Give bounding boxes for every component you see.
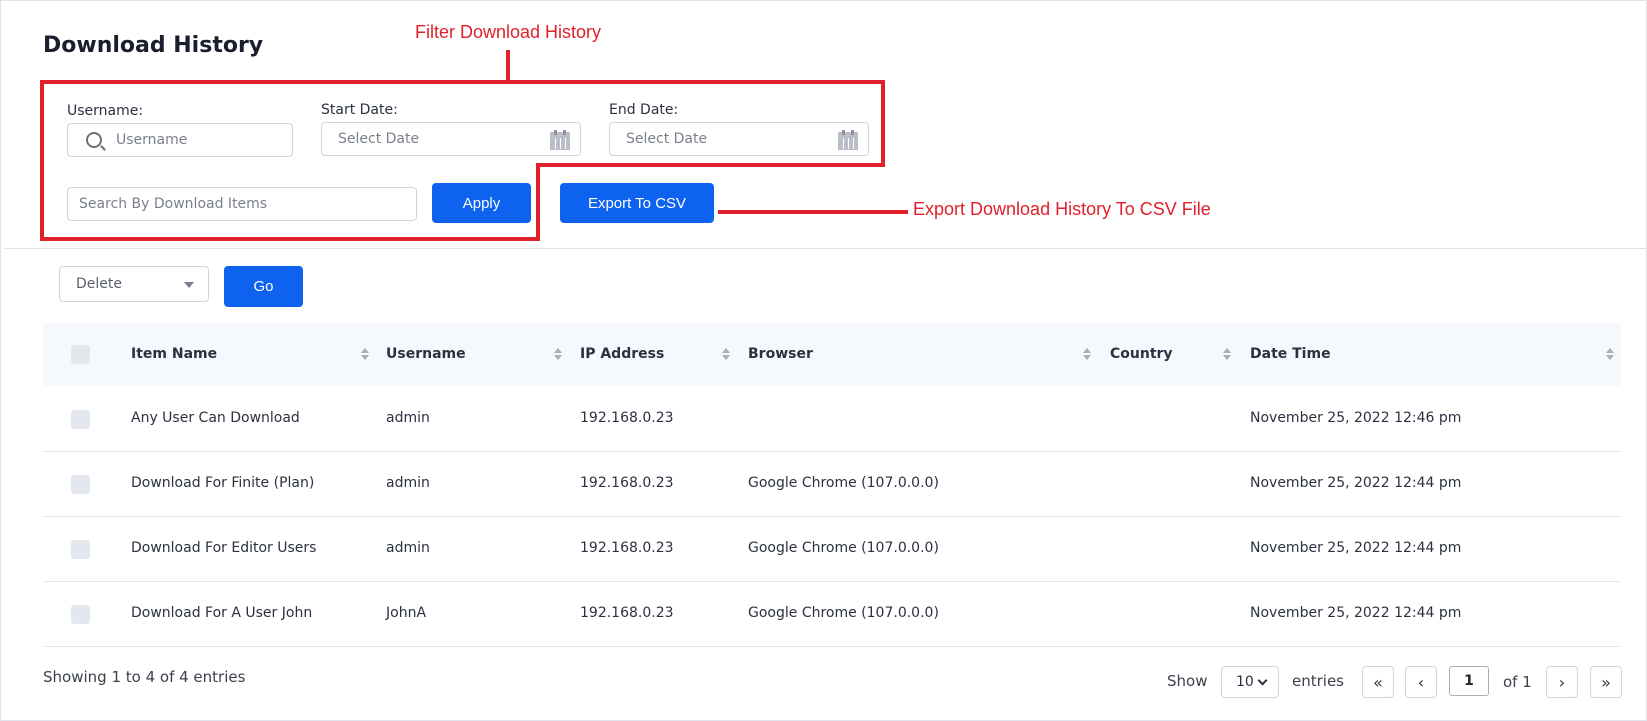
per-page-value: 10 bbox=[1236, 674, 1254, 690]
cell-date-time: November 25, 2022 12:46 pm bbox=[1250, 410, 1462, 426]
table-row: Download For A User John JohnA 192.168.0… bbox=[43, 582, 1621, 647]
table-row: Download For Editor Users admin 192.168.… bbox=[43, 517, 1621, 582]
total-pages-label: of 1 bbox=[1503, 673, 1532, 691]
last-page-button[interactable]: » bbox=[1590, 666, 1622, 698]
cell-ip: 192.168.0.23 bbox=[580, 605, 674, 621]
cell-item-name: Any User Can Download bbox=[131, 410, 300, 426]
cell-ip: 192.168.0.23 bbox=[580, 410, 674, 426]
col-country[interactable]: Country bbox=[1110, 346, 1173, 362]
cell-ip: 192.168.0.23 bbox=[580, 540, 674, 556]
sort-icon[interactable] bbox=[722, 348, 730, 360]
entries-summary: Showing 1 to 4 of 4 entries bbox=[43, 668, 246, 686]
col-date-time[interactable]: Date Time bbox=[1250, 346, 1331, 362]
username-placeholder: Username bbox=[116, 132, 188, 148]
cell-item-name: Download For Finite (Plan) bbox=[131, 475, 315, 491]
col-browser[interactable]: Browser bbox=[748, 346, 813, 362]
cell-username: admin bbox=[386, 410, 430, 426]
filter-annotation-box-left bbox=[40, 80, 44, 241]
sort-icon[interactable] bbox=[1083, 348, 1091, 360]
cell-browser: Google Chrome (107.0.0.0) bbox=[748, 605, 939, 621]
cell-browser: Google Chrome (107.0.0.0) bbox=[748, 475, 939, 491]
end-date-placeholder: Select Date bbox=[626, 131, 708, 147]
calendar-icon[interactable] bbox=[838, 130, 858, 150]
per-page-select[interactable]: 10 bbox=[1221, 666, 1279, 698]
prev-page-button[interactable]: ‹ bbox=[1405, 666, 1437, 698]
filter-annotation-box-inner bbox=[536, 163, 540, 241]
next-page-button[interactable]: › bbox=[1546, 666, 1578, 698]
export-annotation-line bbox=[718, 210, 908, 214]
page-title: Download History bbox=[43, 33, 264, 58]
end-date-input[interactable]: Select Date bbox=[609, 122, 869, 156]
chevron-down-icon bbox=[1257, 675, 1268, 686]
caret-down-icon bbox=[184, 282, 194, 288]
download-items-placeholder: Search By Download Items bbox=[79, 196, 268, 212]
row-checkbox[interactable] bbox=[71, 410, 90, 429]
section-divider bbox=[4, 248, 1647, 249]
filter-annotation-stem bbox=[506, 50, 510, 82]
cell-date-time: November 25, 2022 12:44 pm bbox=[1250, 605, 1462, 621]
col-username[interactable]: Username bbox=[386, 346, 466, 362]
end-date-label: End Date: bbox=[609, 102, 679, 118]
first-page-button[interactable]: « bbox=[1362, 666, 1394, 698]
filter-annotation: Filter Download History bbox=[415, 22, 602, 42]
apply-button[interactable]: Apply bbox=[432, 183, 531, 223]
select-all-checkbox[interactable] bbox=[71, 345, 90, 364]
cell-date-time: November 25, 2022 12:44 pm bbox=[1250, 475, 1462, 491]
search-icon bbox=[86, 132, 102, 148]
cell-username: admin bbox=[386, 475, 430, 491]
cell-username: JohnA bbox=[386, 605, 427, 621]
col-item-name[interactable]: Item Name bbox=[131, 346, 217, 362]
export-annotation: Export Download History To CSV File bbox=[913, 199, 1211, 219]
row-checkbox[interactable] bbox=[71, 540, 90, 559]
table-row: Download For Finite (Plan) admin 192.168… bbox=[43, 452, 1621, 517]
cell-date-time: November 25, 2022 12:44 pm bbox=[1250, 540, 1462, 556]
col-ip-address[interactable]: IP Address bbox=[580, 346, 664, 362]
username-label: Username: bbox=[67, 103, 144, 119]
bulk-action-value: Delete bbox=[76, 276, 122, 292]
sort-icon[interactable] bbox=[1606, 348, 1614, 360]
filter-annotation-box-step bbox=[536, 163, 885, 167]
entries-label: entries bbox=[1292, 672, 1344, 690]
cell-username: admin bbox=[386, 540, 430, 556]
bulk-action-select[interactable]: Delete bbox=[59, 266, 209, 302]
row-checkbox[interactable] bbox=[71, 605, 90, 624]
sort-icon[interactable] bbox=[554, 348, 562, 360]
go-button[interactable]: Go bbox=[224, 266, 303, 307]
export-csv-button[interactable]: Export To CSV bbox=[560, 183, 714, 223]
cell-browser: Google Chrome (107.0.0.0) bbox=[748, 540, 939, 556]
sort-icon[interactable] bbox=[1223, 348, 1231, 360]
start-date-placeholder: Select Date bbox=[338, 131, 420, 147]
table-header: Item Name Username IP Address Browser Co… bbox=[43, 323, 1621, 386]
cell-item-name: Download For A User John bbox=[131, 605, 313, 621]
cell-ip: 192.168.0.23 bbox=[580, 475, 674, 491]
start-date-label: Start Date: bbox=[321, 102, 398, 118]
cell-item-name: Download For Editor Users bbox=[131, 540, 317, 556]
download-items-search-input[interactable]: Search By Download Items bbox=[67, 187, 417, 221]
show-label: Show bbox=[1167, 672, 1208, 690]
filter-annotation-box-bottom bbox=[40, 237, 540, 241]
sort-icon[interactable] bbox=[361, 348, 369, 360]
current-page-input[interactable]: 1 bbox=[1449, 666, 1489, 696]
calendar-icon[interactable] bbox=[550, 130, 570, 150]
start-date-input[interactable]: Select Date bbox=[321, 122, 581, 156]
username-input[interactable]: Username bbox=[67, 123, 293, 157]
row-checkbox[interactable] bbox=[71, 475, 90, 494]
table-row: Any User Can Download admin 192.168.0.23… bbox=[43, 387, 1621, 452]
